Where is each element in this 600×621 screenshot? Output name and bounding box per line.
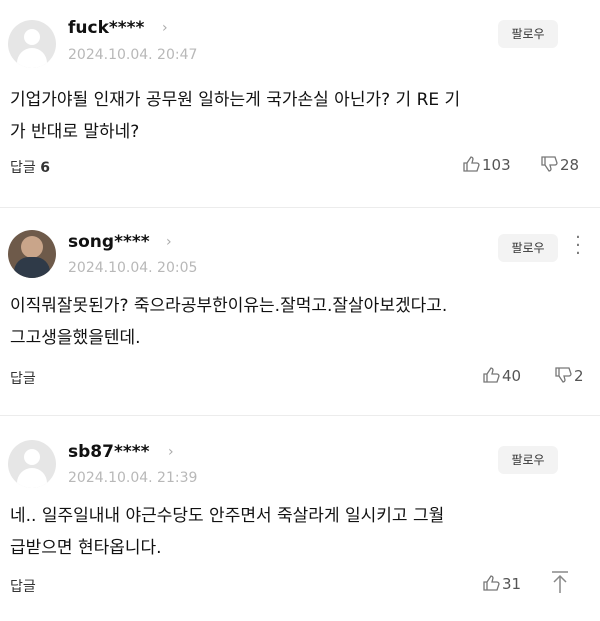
default-avatar-icon: [24, 29, 40, 45]
follow-button[interactable]: 팔로우: [498, 234, 558, 262]
comment-text: 네.. 일주일내내 야근수당도 안주면서 죽살라게 일시키고 그월 급받으면 현…: [10, 506, 445, 558]
thumbs-up-icon: [483, 367, 500, 383]
comment-item: sb87**** › 2024.10.04. 21:39 팔로우 네.. 일주일…: [0, 416, 600, 621]
more-vertical-icon[interactable]: · · ·: [572, 229, 584, 263]
comment-date: 2024.10.04. 20:05: [68, 260, 198, 276]
username[interactable]: sb87****: [68, 442, 150, 462]
follow-button[interactable]: 팔로우: [498, 20, 558, 48]
reply-button[interactable]: 답글: [10, 368, 36, 388]
chevron-right-icon[interactable]: ›: [162, 20, 168, 36]
like-button[interactable]: 103: [462, 155, 511, 174]
thumbs-up-icon: [463, 156, 480, 172]
default-avatar-icon: [24, 449, 40, 465]
follow-button[interactable]: 팔로우: [498, 446, 558, 474]
comment-text: 이직뭐잘못된가? 죽으라공부한이유는.잘먹고.잘살아보겠다고. 그고생을했을텐데…: [10, 296, 448, 348]
avatar[interactable]: [8, 20, 56, 68]
like-button[interactable]: 40: [482, 366, 521, 385]
chevron-right-icon[interactable]: ›: [166, 234, 172, 250]
username[interactable]: fuck****: [68, 18, 144, 38]
avatar[interactable]: [8, 230, 56, 278]
username[interactable]: song****: [68, 232, 150, 252]
dislike-button[interactable]: 2: [554, 366, 584, 385]
reply-button[interactable]: 답글 6: [10, 157, 50, 177]
thumbs-down-icon: [541, 156, 558, 172]
like-button[interactable]: 31: [482, 574, 521, 593]
thumbs-down-icon: [555, 367, 572, 383]
comment-item: song**** › 2024.10.04. 20:05 팔로우 · · · 이직뭐…: [0, 208, 600, 416]
dislike-button[interactable]: 28: [540, 155, 579, 174]
reply-button[interactable]: 답글: [10, 576, 36, 596]
avatar[interactable]: [8, 440, 56, 488]
thumbs-up-icon: [483, 575, 500, 591]
comment-date: 2024.10.04. 20:47: [68, 47, 198, 63]
comment-text: 기업가야될 인재가 공무원 일하는게 국가손실 아닌가? 기 RE 기 가 반대…: [10, 90, 461, 142]
comment-date: 2024.10.04. 21:39: [68, 470, 198, 486]
arrow-up-icon[interactable]: [546, 568, 574, 596]
profile-photo: [21, 236, 43, 258]
comment-item: fuck**** › 2024.10.04. 20:47 팔로우 기업가야될 인…: [0, 0, 600, 208]
chevron-right-icon[interactable]: ›: [168, 444, 174, 460]
